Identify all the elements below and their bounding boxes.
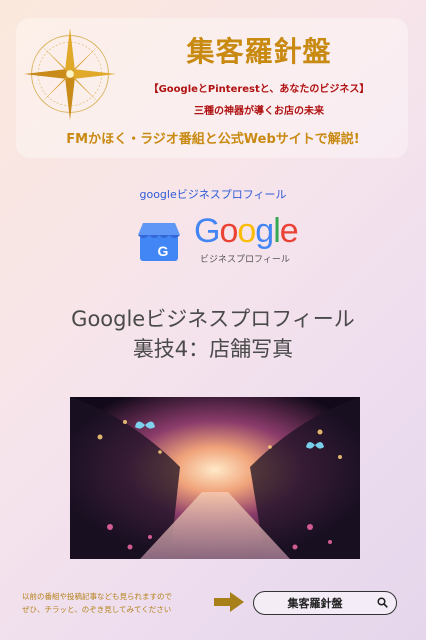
google-logo-letter: g xyxy=(255,212,274,250)
forest-path-image xyxy=(70,397,360,559)
gbp-label: googleビジネスプロフィール xyxy=(139,188,287,201)
page-title: Googleビジネスプロフィール 裏技4：店舗写真 xyxy=(0,304,426,364)
compass-icon xyxy=(23,27,117,121)
page-title-line1: Googleビジネスプロフィール xyxy=(71,307,355,331)
brand-tagline: 三種の神器が導くお店の未来 xyxy=(194,106,324,117)
arrow-right-icon xyxy=(214,592,244,612)
google-logo-letter: e xyxy=(279,212,299,250)
google-business-store-icon: G xyxy=(138,223,180,261)
google-logo-letter: G xyxy=(194,212,220,250)
google-logo-letter: o xyxy=(237,212,256,250)
store-photo xyxy=(70,397,360,559)
brand-title: 集客羅針盤 xyxy=(186,35,332,68)
google-logo: Google xyxy=(194,212,299,251)
footer-cta-line2: ぜひ、チラッと、のぞき見してみてください xyxy=(22,605,172,614)
footer-cta-line1: 以前の番組や投稿記事なども見られますので xyxy=(22,592,172,601)
radio-announcement: FMかほく・ラジオ番組と公式Webサイトで解説! xyxy=(66,132,360,147)
page-title-line2: 裏技4：店舗写真 xyxy=(132,337,294,361)
brand-subtitle: 【GoogleとPinterestと、あなたのビジネス】 xyxy=(148,84,370,95)
google-logo-letter: o xyxy=(219,212,238,250)
google-logo-subtitle: ビジネスプロフィール xyxy=(200,255,290,265)
search-icon[interactable] xyxy=(377,597,388,608)
search-query: 集客羅針盤 xyxy=(287,597,343,610)
footer-cta: 以前の番組や投稿記事なども見られますので ぜひ、チラッと、のぞき見してみてくださ… xyxy=(22,590,222,616)
search-box[interactable]: 集客羅針盤 xyxy=(253,591,397,615)
store-icon-letter: G xyxy=(158,243,169,259)
